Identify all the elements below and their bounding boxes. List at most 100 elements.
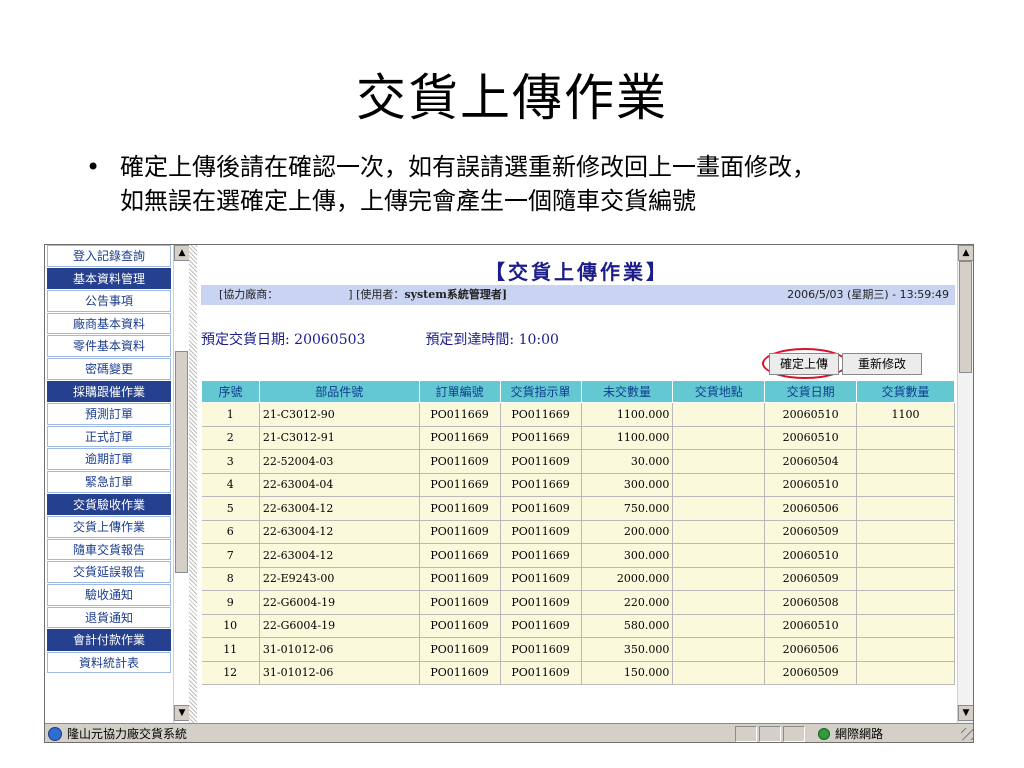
table-cell: PO011669: [419, 543, 501, 568]
table-cell: [856, 637, 955, 662]
sidebar-section-header[interactable]: 基本資料管理: [47, 267, 171, 290]
table-cell: [672, 661, 766, 685]
table-cell: 22-63004-04: [259, 473, 420, 497]
table-cell: [672, 426, 766, 450]
table-cell: PO011609: [419, 520, 501, 544]
table-cell: PO011669: [419, 402, 501, 427]
table-cell: 220.000: [581, 590, 674, 615]
column-header: 交貨日期: [764, 380, 858, 403]
table-cell: 2: [201, 426, 260, 450]
confirm-upload-button[interactable]: 確定上傳: [769, 353, 839, 375]
table-cell: 22-52004-03: [259, 449, 420, 474]
table-row: 11 31-01012-06 PO011609 PO011609 350.000 2006…: [201, 637, 955, 662]
table-row: 4 22-63004-04 PO011669 PO011669 300.000 20060…: [201, 473, 955, 497]
table-cell: [856, 567, 955, 591]
main-scroll-up-icon[interactable]: ▲: [958, 245, 973, 261]
status-text: 隆山元協力廠交貨系統: [67, 727, 188, 741]
scroll-up-arrow-icon[interactable]: ▲: [174, 245, 190, 261]
internet-zone-icon: [818, 728, 830, 740]
table-row: 9 22-G6004-19 PO011609 PO011609 220.000 20060…: [201, 590, 955, 615]
table-cell: PO011609: [500, 661, 582, 685]
table-row: 2 21-C3012-91 PO011669 PO011669 1100.000 2006…: [201, 426, 955, 450]
table-cell: [672, 590, 766, 615]
sidebar-item[interactable]: 資料統計表: [47, 651, 171, 674]
table-cell: [856, 661, 955, 685]
table-cell: [672, 402, 766, 427]
sidebar-item[interactable]: 廠商基本資料: [47, 312, 171, 335]
main-scroll-down-icon[interactable]: ▼: [958, 705, 973, 721]
table-cell: [856, 496, 955, 521]
table-cell: 9: [201, 590, 260, 615]
sidebar-item[interactable]: 逾期訂單: [47, 448, 171, 470]
column-header: 交貨地點: [672, 380, 766, 403]
table-cell: 20060506: [764, 496, 858, 521]
sidebar-item[interactable]: 登入記錄查詢: [47, 245, 171, 267]
column-header: 部品件號: [258, 380, 420, 403]
main-scrollbar[interactable]: ▲ ▼: [957, 245, 973, 723]
table-cell: 200.000: [581, 520, 674, 544]
table-cell: [672, 520, 766, 544]
scroll-down-arrow-icon[interactable]: ▼: [174, 705, 190, 721]
page-icon: [48, 727, 62, 741]
table-cell: [672, 496, 766, 521]
column-header: 未交數量: [580, 380, 674, 403]
table-cell: 21-C3012-91: [259, 426, 420, 450]
table-cell: 20060509: [764, 567, 858, 591]
sidebar-item[interactable]: 交貨延誤報告: [47, 561, 171, 583]
table-cell: 22-63004-12: [259, 496, 420, 521]
resize-grip-icon[interactable]: [961, 728, 973, 740]
table-cell: 20060510: [764, 402, 858, 427]
table-cell: 1100.000: [581, 402, 674, 427]
sidebar-item[interactable]: 驗收通知: [47, 583, 171, 606]
sidebar-item[interactable]: 正式訂單: [47, 425, 171, 448]
table-cell: [856, 590, 955, 615]
table-cell: PO011609: [500, 449, 582, 474]
frame-divider[interactable]: [189, 245, 197, 723]
sidebar-section-header[interactable]: 會計付款作業: [47, 629, 171, 651]
table-cell: PO011669: [419, 426, 501, 450]
table-cell: 1100.000: [581, 426, 674, 450]
status-cell: [783, 726, 805, 742]
sidebar-section-header[interactable]: 交貨驗收作業: [47, 493, 171, 516]
user-info-close: ]: [501, 288, 508, 301]
column-header: 交貨數量: [856, 380, 955, 403]
sidebar-item[interactable]: 公告事項: [47, 290, 171, 312]
sidebar-item[interactable]: 交貨上傳作業: [47, 516, 171, 538]
re-edit-button[interactable]: 重新修改: [842, 353, 922, 375]
table-cell: 3: [201, 449, 260, 474]
sidebar-item[interactable]: 緊急訂單: [47, 470, 171, 493]
table-cell: PO011609: [500, 590, 582, 615]
vendor-label: [協力廠商：: [219, 288, 279, 301]
table-cell: 20060504: [764, 449, 858, 474]
sidebar-scrollbar[interactable]: ▲ ▼: [173, 245, 190, 723]
table-cell: 30.000: [581, 449, 674, 474]
table-cell: PO011669: [419, 473, 501, 497]
table-cell: 20060508: [764, 590, 858, 615]
sidebar-item[interactable]: 退貨通知: [47, 606, 171, 629]
sidebar-item[interactable]: 預測訂單: [47, 403, 171, 425]
table-cell: 22-G6004-19: [259, 590, 420, 615]
sidebar-scroll-thumb[interactable]: [175, 351, 188, 573]
table-cell: 7: [201, 543, 260, 568]
table-cell: 20060509: [764, 661, 858, 685]
main-scroll-thumb[interactable]: [959, 261, 972, 373]
table-cell: [672, 543, 766, 568]
table-cell: 1100: [856, 402, 955, 427]
table-row: 12 31-01012-06 PO011609 PO011609 150.000 2006…: [201, 661, 955, 685]
sidebar-item[interactable]: 密碼變更: [47, 357, 171, 380]
table-cell: 300.000: [581, 543, 674, 568]
sidebar-item[interactable]: 隨車交貨報告: [47, 538, 171, 561]
table-cell: [672, 614, 766, 638]
sidebar-section-header[interactable]: 採購跟催作業: [47, 380, 171, 403]
table-cell: 20060510: [764, 543, 858, 568]
column-header: 訂單編號: [418, 380, 501, 403]
scheduled-delivery-date: 預定交貨日期: 20060503: [201, 332, 366, 348]
scheduled-arrival-time: 預定到達時間: 10:00: [425, 332, 559, 348]
table-cell: PO011609: [419, 496, 501, 521]
table-cell: 8: [201, 567, 260, 591]
table-cell: 1: [201, 402, 260, 427]
table-cell: 22-E9243-00: [259, 567, 420, 591]
table-cell: PO011669: [500, 402, 582, 427]
table-cell: 5: [201, 496, 260, 521]
sidebar-item[interactable]: 零件基本資料: [47, 335, 171, 357]
